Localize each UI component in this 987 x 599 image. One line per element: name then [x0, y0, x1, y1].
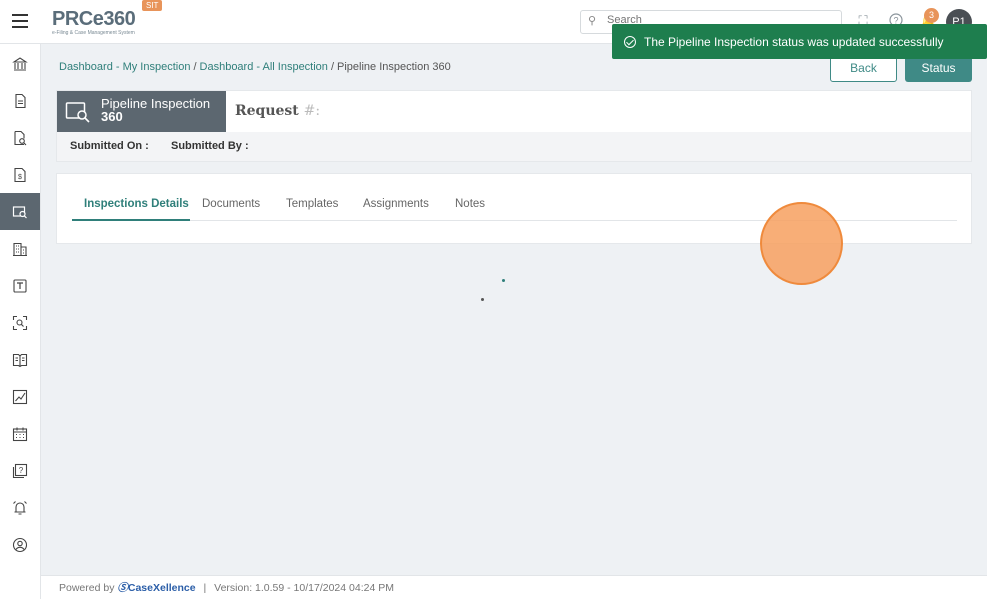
loading-spinner-dot [481, 298, 484, 301]
footer-separator: | [203, 582, 207, 594]
template-icon [13, 278, 27, 293]
tab-assignments[interactable]: Assignments [363, 198, 429, 210]
chart-icon [12, 389, 28, 404]
breadcrumb-link-my-inspection[interactable]: Dashboard - My Inspection [59, 61, 190, 73]
submitted-by-label: Submitted By : [171, 140, 249, 152]
footer: Powered by ⓈCaseXellence | Version: 1.0.… [41, 575, 987, 599]
hamburger-menu-icon[interactable] [12, 14, 28, 28]
brand-s-icon: Ⓢ [117, 582, 128, 594]
request-label-text: Request [235, 103, 299, 119]
sidebar-item-scan[interactable] [0, 304, 40, 341]
record-header-card: Pipeline Inspection 360 Request #: Submi… [56, 90, 972, 162]
notification-badge: 3 [924, 8, 939, 23]
app-logo[interactable]: PRCe360 e-Filing & Case Management Syste… [52, 8, 136, 36]
invoice-icon: $ [14, 167, 26, 182]
breadcrumb-current: Pipeline Inspection 360 [337, 61, 451, 73]
submitted-on-label: Submitted On : [70, 140, 149, 152]
sidebar-item-book[interactable] [0, 341, 40, 378]
toast-message: The Pipeline Inspection status was updat… [644, 34, 944, 49]
inspection-icon [12, 205, 27, 218]
submission-meta-row: Submitted On : Submitted By : [57, 132, 971, 161]
brand-logo[interactable]: ⓈCaseXellence [117, 582, 195, 594]
bank-icon [12, 56, 28, 71]
calendar-icon [12, 427, 28, 441]
search-icon: ⚲ [588, 15, 597, 27]
breadcrumb: Dashboard - My Inspection / Dashboard - Al… [59, 61, 451, 73]
inspection-icon [65, 102, 90, 123]
svg-text:$: $ [18, 174, 22, 181]
sidebar-item-reports[interactable] [0, 378, 40, 415]
tab-documents[interactable]: Documents [202, 198, 260, 210]
request-hash: #: [303, 103, 321, 119]
loading-spinner-dot [502, 279, 505, 282]
sidebar-item-documents[interactable] [0, 82, 40, 119]
building-icon [13, 242, 27, 256]
success-toast[interactable]: The Pipeline Inspection status was updat… [612, 24, 987, 59]
active-tab-indicator [72, 219, 190, 221]
scan-icon [12, 315, 28, 330]
sidebar-item-templates[interactable] [0, 267, 40, 304]
sidebar-item-bank[interactable] [0, 45, 40, 82]
tab-notes[interactable]: Notes [455, 198, 485, 210]
tab-templates[interactable]: Templates [286, 198, 338, 210]
environment-badge: SIT [142, 0, 163, 11]
sidebar-item-help-docs[interactable]: ? [0, 452, 40, 489]
request-number-label: Request #: [235, 103, 320, 119]
sidebar-item-inspection[interactable] [0, 193, 40, 230]
click-indicator [760, 202, 843, 285]
record-type-number: 360 [101, 109, 123, 124]
sidebar: $ ? [0, 44, 41, 599]
document-icon [15, 93, 26, 108]
logo-text: PRCe360 [52, 8, 136, 30]
sidebar-item-invoice[interactable]: $ [0, 156, 40, 193]
tab-inspections-details[interactable]: Inspections Details [84, 198, 189, 210]
brand-name: CaseXellence [127, 582, 196, 594]
sidebar-item-buildings[interactable] [0, 230, 40, 267]
breadcrumb-separator: / [193, 61, 197, 73]
alarm-icon [13, 500, 27, 515]
sidebar-item-calendar[interactable] [0, 415, 40, 452]
record-type-panel: Pipeline Inspection 360 [57, 91, 226, 132]
powered-by-label: Powered by [59, 582, 115, 594]
logo-subtext: e-Filing & Case Management System [52, 30, 135, 36]
check-circle-icon [624, 35, 636, 48]
breadcrumb-link-all-inspection[interactable]: Dashboard - All Inspection [200, 61, 328, 73]
sidebar-item-profile[interactable] [0, 526, 40, 563]
book-icon [12, 353, 28, 367]
user-circle-icon [12, 537, 28, 552]
document-search-icon [14, 130, 27, 145]
version-text: Version: 1.0.59 - 10/17/2024 04:24 PM [214, 582, 394, 594]
sidebar-item-alarms[interactable] [0, 489, 40, 526]
help-doc-icon: ? [12, 463, 28, 478]
svg-text:?: ? [19, 466, 24, 475]
breadcrumb-separator: / [330, 61, 334, 73]
sidebar-item-document-search[interactable] [0, 119, 40, 156]
